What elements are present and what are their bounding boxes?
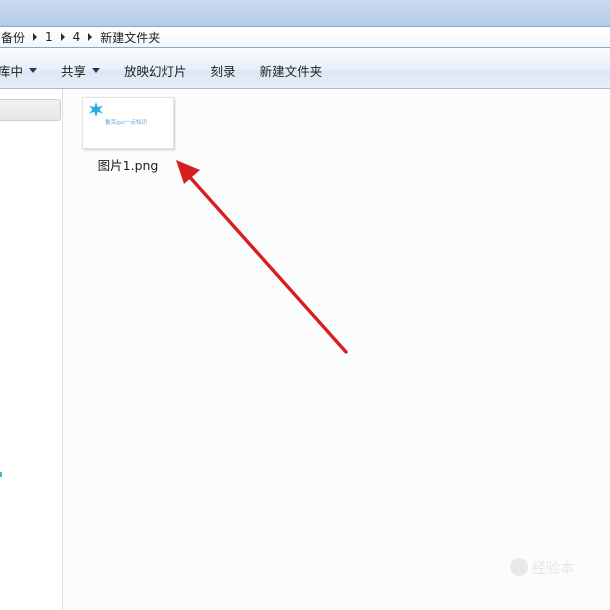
new-folder-button[interactable]: 新建文件夹 — [248, 58, 335, 82]
slideshow-label: 放映幻灯片 — [124, 63, 187, 79]
breadcrumb-backup[interactable]: 备份 — [0, 27, 31, 47]
new-folder-label: 新建文件夹 — [259, 63, 323, 79]
explorer-window: 备份 1 4 新建文件夹 库中 共享 放映幻灯片 刻录 新建文件夹 鲁克gui一… — [0, 0, 610, 610]
thumbnail-text: 鲁克gui一点知识 — [105, 118, 148, 126]
title-bar — [0, 0, 610, 26]
include-in-library-label: 库中 — [0, 63, 24, 79]
watermark-text: 经验本 — [532, 561, 574, 577]
breadcrumb-separator-icon[interactable] — [60, 33, 65, 41]
share-button[interactable]: 共享 — [49, 58, 112, 82]
address-row: 备份 1 4 新建文件夹 — [0, 26, 610, 48]
breadcrumb-separator-icon[interactable] — [33, 33, 38, 41]
burn-label: 刻录 — [210, 63, 236, 79]
slideshow-button[interactable]: 放映幻灯片 — [112, 58, 199, 82]
share-label: 共享 — [61, 63, 87, 79]
chevron-down-icon — [29, 67, 38, 73]
watermark-subtext: ········· — [512, 576, 537, 584]
burn-button[interactable]: 刻录 — [199, 58, 248, 82]
file-list-pane[interactable]: 鲁克gui一点知识 图片1.png — [63, 89, 610, 610]
watermark-logo-icon — [510, 558, 528, 576]
navigation-pane[interactable] — [0, 89, 63, 610]
file-name[interactable]: 图片1.png — [82, 155, 174, 174]
breadcrumb-1[interactable]: 1 — [41, 27, 59, 47]
watermark: 经验本 ········· — [510, 554, 606, 588]
breadcrumb-separator-icon[interactable] — [88, 33, 93, 41]
nav-selected-item[interactable] — [0, 99, 61, 121]
star-icon — [89, 102, 103, 117]
file-thumbnail[interactable]: 鲁克gui一点知识 — [82, 97, 174, 149]
breadcrumb-new-folder[interactable]: 新建文件夹 — [96, 27, 166, 47]
include-in-library-button[interactable]: 库中 — [0, 58, 49, 82]
breadcrumb-4[interactable]: 4 — [69, 27, 87, 47]
thumbnail-image: 鲁克gui一点知识 — [89, 102, 148, 126]
address-bar[interactable]: 备份 1 4 新建文件夹 — [0, 26, 610, 48]
chevron-down-icon — [92, 67, 101, 73]
nav-tree-marker — [0, 472, 2, 477]
command-toolbar: 库中 共享 放映幻灯片 刻录 新建文件夹 — [0, 52, 610, 89]
file-item[interactable]: 鲁克gui一点知识 图片1.png — [82, 97, 180, 179]
